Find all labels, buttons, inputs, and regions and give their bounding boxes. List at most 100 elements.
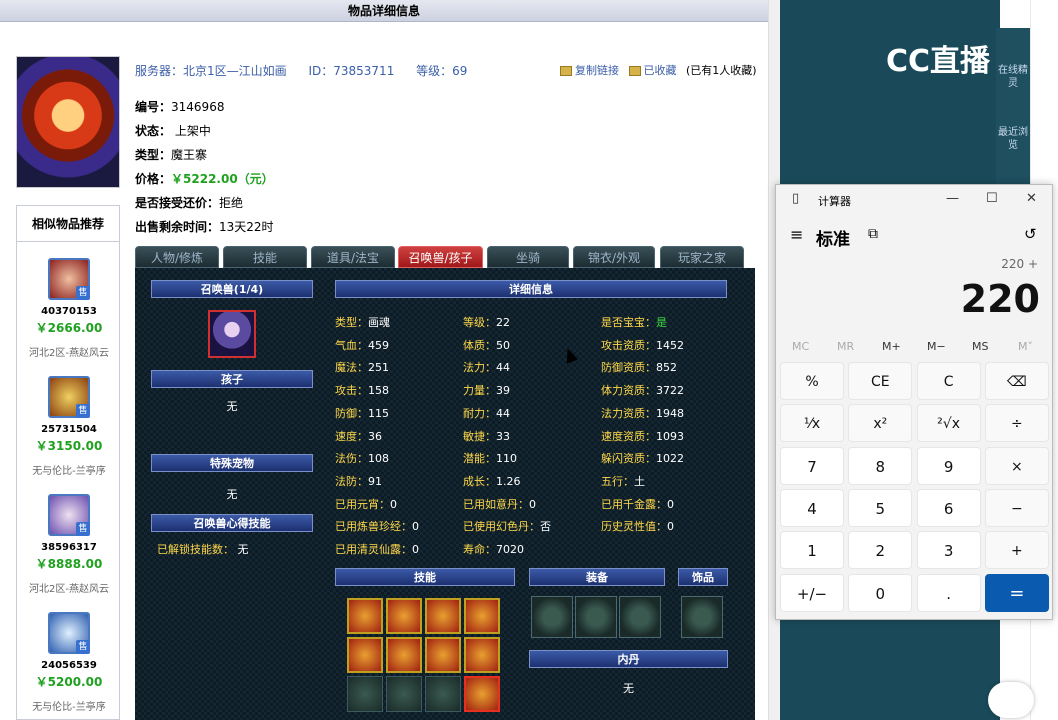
memory-store-button[interactable]: MS <box>972 340 988 353</box>
skill-slot[interactable] <box>464 637 500 673</box>
pet-stat: 攻击资质：1452 <box>601 337 684 353</box>
skill-slot[interactable] <box>386 637 422 673</box>
pet-stat-key: 防御： <box>335 406 368 420</box>
pet-stat-key: 已用炼兽珍经： <box>335 520 412 534</box>
keep-on-top-icon[interactable]: ⧉ <box>868 226 878 242</box>
backspace-button[interactable]: ⌫ <box>984 362 1049 400</box>
status-value: 上架中 <box>174 124 211 138</box>
tab-skills[interactable]: 技能 <box>223 246 307 268</box>
favorite-button[interactable]: 已收藏 <box>628 64 677 77</box>
memory-subtract-button[interactable]: M− <box>927 340 946 353</box>
pet-portrait[interactable] <box>208 310 256 358</box>
equipment-slot[interactable] <box>575 596 617 638</box>
bargain-value: 拒绝 <box>219 196 244 210</box>
digit-4-button[interactable]: 4 <box>780 488 844 527</box>
skill-slot[interactable] <box>464 676 500 712</box>
digit-3-button[interactable]: 3 <box>916 531 981 570</box>
subtract-button[interactable]: − <box>984 488 1049 527</box>
similar-item[interactable]: 售 38596317 ￥8888.00 河北2区-燕赵风云 <box>17 494 121 595</box>
level-label: 等级：69 <box>416 64 468 78</box>
tab-pets[interactable]: 召唤兽/孩子 <box>398 246 483 268</box>
pet-stat-value: 50 <box>496 338 510 352</box>
skill-slot[interactable] <box>425 637 461 673</box>
skill-slot-empty <box>347 676 383 712</box>
skill-slot[interactable] <box>425 598 461 634</box>
digit-6-button[interactable]: 6 <box>916 488 981 527</box>
skill-slot-empty <box>425 676 461 712</box>
digit-8-button[interactable]: 8 <box>848 446 913 485</box>
copy-link-button[interactable]: 复制链接 <box>560 64 619 77</box>
pet-stat-value: 1.26 <box>496 474 521 488</box>
equipment-slot[interactable] <box>531 596 573 638</box>
status-key: 状态： <box>135 124 172 138</box>
memory-clear-button[interactable]: MC <box>792 340 809 353</box>
similar-item-thumb[interactable]: 售 <box>48 258 90 300</box>
equipment-slot[interactable] <box>619 596 661 638</box>
memory-add-button[interactable]: M+ <box>882 340 901 353</box>
pet-stat-key: 防御资质： <box>601 361 656 375</box>
square-button[interactable]: x² <box>848 404 913 443</box>
negate-button[interactable]: +/− <box>780 573 844 612</box>
clear-button[interactable]: C <box>916 362 981 400</box>
tab-character[interactable]: 人物/修炼 <box>135 246 219 268</box>
pet-stat-key: 法伤： <box>335 452 368 466</box>
menu-icon[interactable]: ≡ <box>790 225 803 244</box>
clear-entry-button[interactable]: CE <box>848 362 913 400</box>
similar-item-thumb[interactable]: 售 <box>48 612 90 654</box>
close-icon[interactable]: ✕ <box>1026 191 1037 206</box>
status-row: 状态： 上架中 <box>135 122 211 139</box>
similar-item[interactable]: 售 40370153 ￥2666.00 河北2区-燕赵风云 <box>17 258 121 359</box>
similar-item-thumb[interactable]: 售 <box>48 376 90 418</box>
pet-stat-value: 110 <box>496 452 517 466</box>
similar-item-id: 40370153 <box>41 306 97 317</box>
pet-stat: 耐力：44 <box>463 405 510 421</box>
inner-dan-value: 无 <box>623 682 634 695</box>
cc-recent-button[interactable]: 最近浏览 <box>996 126 1030 152</box>
cc-online-button[interactable]: 在线精灵 <box>996 64 1030 90</box>
pet-stat-value: 852 <box>656 361 677 375</box>
multiply-button[interactable]: × <box>984 446 1049 485</box>
decimal-button[interactable]: . <box>916 573 981 612</box>
accessory-slot[interactable] <box>681 596 723 638</box>
pet-stat-key: 力量： <box>463 384 496 398</box>
digit-9-button[interactable]: 9 <box>916 446 981 485</box>
add-button[interactable]: + <box>984 531 1049 570</box>
equals-button[interactable]: = <box>984 573 1049 612</box>
similar-item-thumb[interactable]: 售 <box>48 494 90 536</box>
tab-outfits[interactable]: 锦衣/外观 <box>573 246 655 268</box>
pet-stat: 速度资质：1093 <box>601 428 684 444</box>
skill-slot[interactable] <box>347 598 383 634</box>
memory-recall-button[interactable]: MR <box>837 340 854 353</box>
maximize-icon[interactable]: ☐ <box>986 191 998 206</box>
folder-icon <box>628 66 641 76</box>
skill-slot[interactable] <box>347 637 383 673</box>
digit-2-button[interactable]: 2 <box>848 531 913 570</box>
percent-button[interactable]: % <box>780 362 844 400</box>
tab-home[interactable]: 玩家之家 <box>660 246 744 268</box>
similar-item[interactable]: 售 25731504 ￥3150.00 无与伦比-兰亭序 <box>17 376 121 477</box>
minimize-icon[interactable]: — <box>946 191 959 206</box>
digit-1-button[interactable]: 1 <box>780 531 844 570</box>
pet-stat-value: 115 <box>368 406 389 420</box>
history-icon[interactable]: ↺ <box>1024 225 1037 243</box>
pet-stat-value: 91 <box>368 474 382 488</box>
remaining-key: 出售剩余时间： <box>135 220 220 234</box>
calculator-titlebar: ▯ 计算器 — ☐ ✕ <box>776 185 1052 215</box>
skill-slot[interactable] <box>386 598 422 634</box>
digit-5-button[interactable]: 5 <box>848 488 913 527</box>
floating-assistant-button[interactable] <box>988 682 1034 718</box>
digit-7-button[interactable]: 7 <box>780 446 844 485</box>
memory-list-button[interactable]: M˅ <box>1018 340 1033 353</box>
pet-stat: 五行：土 <box>601 473 645 489</box>
square-root-button[interactable]: ²√x <box>916 404 981 443</box>
tab-mounts[interactable]: 坐骑 <box>487 246 569 268</box>
skill-slot[interactable] <box>464 598 500 634</box>
similar-item-server: 河北2区-燕赵风云 <box>29 348 109 359</box>
equipment-header: 装备 <box>529 568 665 586</box>
similar-item[interactable]: 售 24056539 ￥5200.00 无与伦比-兰亭序 <box>17 612 121 713</box>
digit-0-button[interactable]: 0 <box>848 573 913 612</box>
tab-items[interactable]: 道具/法宝 <box>311 246 395 268</box>
similar-item-server: 无与伦比-兰亭序 <box>32 702 106 713</box>
divide-button[interactable]: ÷ <box>984 404 1049 443</box>
reciprocal-button[interactable]: ¹⁄x <box>780 404 844 443</box>
